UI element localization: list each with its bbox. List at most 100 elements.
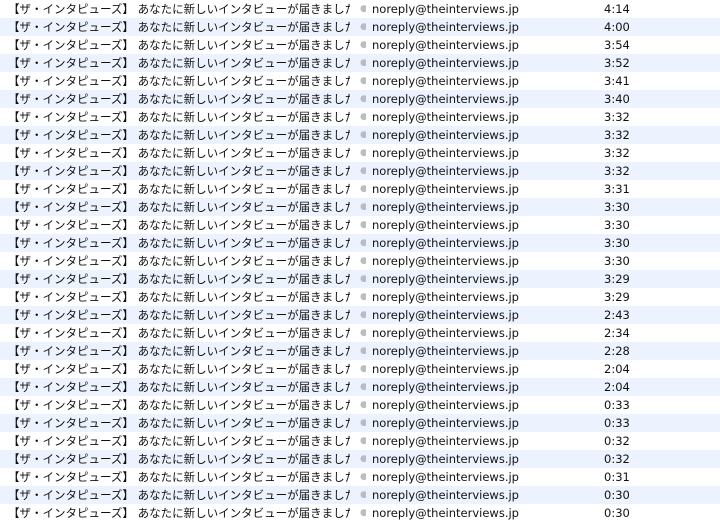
message-row[interactable]: 【ザ・インタピューズ】 あなたに新しいインタビューが届きました ● norepl…: [0, 432, 720, 450]
dot-icon: ●: [360, 202, 366, 212]
message-sender: noreply@theinterviews.jp: [372, 470, 519, 484]
dot-icon: ●: [360, 238, 366, 248]
message-row[interactable]: 【ザ・インタピューズ】 あなたに新しいインタビューが届きました ● norepl…: [0, 486, 720, 504]
message-row[interactable]: 【ザ・インタピューズ】 あなたに新しいインタビューが届きました ● norepl…: [0, 252, 720, 270]
message-row[interactable]: 【ザ・インタピューズ】 あなたに新しいインタビューが届きました ● norepl…: [0, 288, 720, 306]
message-sender: noreply@theinterviews.jp: [372, 218, 519, 232]
message-row[interactable]: 【ザ・インタピューズ】 あなたに新しいインタビューが届きました ● norepl…: [0, 126, 720, 144]
message-sender: noreply@theinterviews.jp: [372, 110, 519, 124]
message-time: 2:28: [604, 344, 630, 358]
message-subject: 【ザ・インタピューズ】 あなたに新しいインタビューが届きました: [8, 110, 350, 124]
dot-icon: ●: [360, 112, 366, 122]
message-subject: 【ザ・インタピューズ】 あなたに新しいインタビューが届きました: [8, 488, 350, 502]
message-sender: noreply@theinterviews.jp: [372, 488, 519, 502]
message-subject: 【ザ・インタピューズ】 あなたに新しいインタビューが届きました: [8, 398, 350, 412]
message-subject: 【ザ・インタピューズ】 あなたに新しいインタビューが届きました: [8, 218, 350, 232]
message-row[interactable]: 【ザ・インタピューズ】 あなたに新しいインタビューが届きました ● norepl…: [0, 360, 720, 378]
message-sender: noreply@theinterviews.jp: [372, 506, 519, 520]
message-sender: noreply@theinterviews.jp: [372, 200, 519, 214]
message-sender: noreply@theinterviews.jp: [372, 128, 519, 142]
message-row[interactable]: 【ザ・インタピューズ】 あなたに新しいインタビューが届きました ● norepl…: [0, 306, 720, 324]
message-row[interactable]: 【ザ・インタピューズ】 あなたに新しいインタビューが届きました ● norepl…: [0, 216, 720, 234]
message-row[interactable]: 【ザ・インタピューズ】 あなたに新しいインタビューが届きました ● norepl…: [0, 198, 720, 216]
message-row[interactable]: 【ザ・インタピューズ】 あなたに新しいインタビューが届きました ● norepl…: [0, 180, 720, 198]
dot-icon: ●: [360, 508, 366, 518]
message-sender: noreply@theinterviews.jp: [372, 290, 519, 304]
message-time: 3:29: [604, 290, 630, 304]
message-time: 3:32: [604, 146, 630, 160]
message-row[interactable]: 【ザ・インタピューズ】 あなたに新しいインタビューが届きました ● norepl…: [0, 450, 720, 468]
message-time: 0:32: [604, 452, 630, 466]
message-time: 3:30: [604, 218, 630, 232]
dot-icon: ●: [360, 58, 366, 68]
message-time: 0:31: [604, 470, 630, 484]
message-time: 0:30: [604, 488, 630, 502]
dot-icon: ●: [360, 346, 366, 356]
message-sender: noreply@theinterviews.jp: [372, 236, 519, 250]
message-time: 3:32: [604, 110, 630, 124]
dot-icon: ●: [360, 130, 366, 140]
message-subject: 【ザ・インタピューズ】 あなたに新しいインタビューが届きました: [8, 470, 350, 484]
dot-icon: ●: [360, 472, 366, 482]
message-subject: 【ザ・インタピューズ】 あなたに新しいインタビューが届きました: [8, 38, 350, 52]
message-subject: 【ザ・インタピューズ】 あなたに新しいインタビューが届きました: [8, 326, 350, 340]
message-sender: noreply@theinterviews.jp: [372, 434, 519, 448]
message-sender: noreply@theinterviews.jp: [372, 362, 519, 376]
dot-icon: ●: [360, 274, 366, 284]
message-time: 3:30: [604, 236, 630, 250]
message-sender: noreply@theinterviews.jp: [372, 344, 519, 358]
message-row[interactable]: 【ザ・インタピューズ】 あなたに新しいインタビューが届きました ● norepl…: [0, 234, 720, 252]
message-row[interactable]: 【ザ・インタピューズ】 あなたに新しいインタビューが届きました ● norepl…: [0, 108, 720, 126]
message-row[interactable]: 【ザ・インタピューズ】 あなたに新しいインタビューが届きました ● norepl…: [0, 0, 720, 18]
dot-icon: ●: [360, 292, 366, 302]
message-sender: noreply@theinterviews.jp: [372, 380, 519, 394]
message-sender: noreply@theinterviews.jp: [372, 254, 519, 268]
message-time: 2:43: [604, 308, 630, 322]
message-row[interactable]: 【ザ・インタピューズ】 あなたに新しいインタビューが届きました ● norepl…: [0, 414, 720, 432]
message-sender: noreply@theinterviews.jp: [372, 20, 519, 34]
message-row[interactable]: 【ザ・インタピューズ】 あなたに新しいインタビューが届きました ● norepl…: [0, 18, 720, 36]
message-time: 3:32: [604, 164, 630, 178]
message-subject: 【ザ・インタピューズ】 あなたに新しいインタビューが届きました: [8, 254, 350, 268]
message-subject: 【ザ・インタピューズ】 あなたに新しいインタビューが届きました: [8, 74, 350, 88]
dot-icon: ●: [360, 184, 366, 194]
dot-icon: ●: [360, 220, 366, 230]
dot-icon: ●: [360, 382, 366, 392]
message-subject: 【ザ・インタピューズ】 あなたに新しいインタビューが届きました: [8, 20, 350, 34]
message-row[interactable]: 【ザ・インタピューズ】 あなたに新しいインタビューが届きました ● norepl…: [0, 324, 720, 342]
message-time: 0:32: [604, 434, 630, 448]
message-time: 0:30: [604, 506, 630, 520]
message-sender: noreply@theinterviews.jp: [372, 2, 519, 16]
message-row[interactable]: 【ザ・インタピューズ】 あなたに新しいインタビューが届きました ● norepl…: [0, 90, 720, 108]
message-row[interactable]: 【ザ・インタピューズ】 あなたに新しいインタビューが届きました ● norepl…: [0, 72, 720, 90]
message-sender: noreply@theinterviews.jp: [372, 146, 519, 160]
message-row[interactable]: 【ザ・インタピューズ】 あなたに新しいインタビューが届きました ● norepl…: [0, 342, 720, 360]
message-row[interactable]: 【ザ・インタピューズ】 あなたに新しいインタビューが届きました ● norepl…: [0, 378, 720, 396]
message-sender: noreply@theinterviews.jp: [372, 74, 519, 88]
message-row[interactable]: 【ザ・インタピューズ】 あなたに新しいインタビューが届きました ● norepl…: [0, 36, 720, 54]
message-time: 3:30: [604, 200, 630, 214]
message-sender: noreply@theinterviews.jp: [372, 416, 519, 430]
message-time: 3:30: [604, 254, 630, 268]
message-sender: noreply@theinterviews.jp: [372, 308, 519, 322]
message-subject: 【ザ・インタピューズ】 あなたに新しいインタビューが届きました: [8, 182, 350, 196]
message-row[interactable]: 【ザ・インタピューズ】 あなたに新しいインタビューが届きました ● norepl…: [0, 270, 720, 288]
message-row[interactable]: 【ザ・インタピューズ】 あなたに新しいインタビューが届きました ● norepl…: [0, 162, 720, 180]
message-time: 0:33: [604, 416, 630, 430]
message-subject: 【ザ・インタピューズ】 あなたに新しいインタビューが届きました: [8, 290, 350, 304]
message-sender: noreply@theinterviews.jp: [372, 398, 519, 412]
message-time: 3:54: [604, 38, 630, 52]
message-sender: noreply@theinterviews.jp: [372, 92, 519, 106]
message-time: 0:33: [604, 398, 630, 412]
message-time: 3:40: [604, 92, 630, 106]
message-sender: noreply@theinterviews.jp: [372, 56, 519, 70]
message-subject: 【ザ・インタピューズ】 あなたに新しいインタビューが届きました: [8, 362, 350, 376]
message-row[interactable]: 【ザ・インタピューズ】 あなたに新しいインタビューが届きました ● norepl…: [0, 54, 720, 72]
message-sender: noreply@theinterviews.jp: [372, 272, 519, 286]
message-row[interactable]: 【ザ・インタピューズ】 あなたに新しいインタビューが届きました ● norepl…: [0, 144, 720, 162]
message-row[interactable]: 【ザ・インタピューズ】 あなたに新しいインタビューが届きました ● norepl…: [0, 396, 720, 414]
message-row[interactable]: 【ザ・インタピューズ】 あなたに新しいインタビューが届きました ● norepl…: [0, 504, 720, 522]
message-row[interactable]: 【ザ・インタピューズ】 あなたに新しいインタビューが届きました ● norepl…: [0, 468, 720, 486]
message-subject: 【ザ・インタピューズ】 あなたに新しいインタビューが届きました: [8, 344, 350, 358]
message-time: 3:31: [604, 182, 630, 196]
